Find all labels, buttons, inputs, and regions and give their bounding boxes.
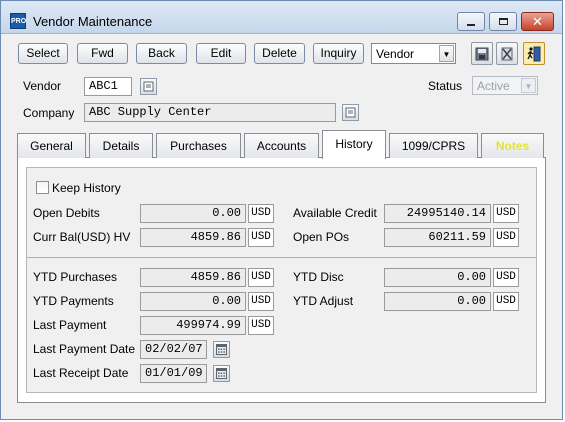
company-field[interactable]: ABC Supply Center [84,103,336,122]
inquiry-button[interactable]: Inquiry [313,43,364,64]
available-credit-field[interactable]: 24995140.14 [384,204,491,223]
ytd-purchases-label: YTD Purchases [33,270,118,284]
ytd-disc-label: YTD Disc [293,270,344,284]
curr-bal-field[interactable]: 4859.86 [140,228,246,247]
last-payment-date-label: Last Payment Date [33,342,136,356]
tab-1099-cprs[interactable]: 1099/CPRS [389,133,478,158]
last-payment-field[interactable]: 499974.99 [140,316,246,335]
fwd-button[interactable]: Fwd [77,43,128,64]
app-icon: PRO [10,13,26,29]
ytd-purchases-field[interactable]: 4859.86 [140,268,246,287]
last-receipt-date-picker[interactable] [213,365,230,382]
vendor-lookup-button[interactable] [140,78,157,95]
last-payment-currency: USD [248,316,274,335]
ytd-payments-label: YTD Payments [33,294,114,308]
mode-select-value: Vendor [376,47,415,61]
save-button[interactable] [471,42,493,65]
maximize-button[interactable] [489,12,517,31]
ytd-disc-field[interactable]: 0.00 [384,268,491,287]
tab-general[interactable]: General [17,133,86,158]
exit-icon [527,46,541,61]
open-pos-currency: USD [493,228,519,247]
ytd-adjust-label: YTD Adjust [293,294,354,308]
status-label: Status [428,79,463,93]
tab-details[interactable]: Details [89,133,153,158]
keep-history-label: Keep History [52,181,121,195]
delete-record-icon [501,47,513,60]
vendor-field[interactable]: ABC1 [84,77,132,96]
calendar-icon [216,344,227,355]
last-receipt-date-field[interactable]: 01/01/09 [140,364,207,383]
company-label: Company [23,106,75,120]
available-credit-label: Available Credit [293,206,377,220]
close-button[interactable]: ✕ [521,12,554,31]
minimize-button[interactable] [457,12,485,31]
ytd-payments-field[interactable]: 0.00 [140,292,246,311]
ytd-adjust-currency: USD [493,292,519,311]
title-bar: PRO Vendor Maintenance ✕ [1,1,562,34]
chevron-down-icon[interactable]: ▼ [439,45,454,62]
open-debits-field[interactable]: 0.00 [140,204,246,223]
company-lookup-button[interactable] [342,104,359,121]
maximize-icon [498,18,508,25]
tab-history[interactable]: History [322,130,386,159]
group-divider [27,257,536,258]
window-title: Vendor Maintenance [33,14,153,29]
delete-button[interactable]: Delete [254,43,305,64]
mode-select[interactable]: Vendor ▼ [371,43,456,64]
status-select: Active ▼ [472,76,538,95]
minimize-icon [467,23,475,26]
lookup-icon [345,107,356,118]
save-icon [475,47,489,60]
last-receipt-date-label: Last Receipt Date [33,366,129,380]
curr-bal-currency: USD [248,228,274,247]
ytd-purchases-currency: USD [248,268,274,287]
lookup-icon [143,81,154,92]
open-debits-label: Open Debits [33,206,100,220]
edit-button[interactable]: Edit [196,43,246,64]
back-button[interactable]: Back [136,43,187,64]
vendor-label: Vendor [23,79,62,93]
vendor-maintenance-window: PRO Vendor Maintenance ✕ Select Fwd Back… [0,0,563,420]
select-button[interactable]: Select [18,43,68,64]
tab-notes[interactable]: Notes [481,133,544,158]
calendar-icon [216,368,227,379]
ytd-adjust-field[interactable]: 0.00 [384,292,491,311]
last-payment-date-field[interactable]: 02/02/07 [140,340,207,359]
tab-accounts[interactable]: Accounts [244,133,319,158]
close-icon: ✕ [532,14,543,29]
open-debits-currency: USD [248,204,274,223]
ytd-payments-currency: USD [248,292,274,311]
open-pos-label: Open POs [293,230,350,244]
last-payment-date-picker[interactable] [213,341,230,358]
chevron-down-icon: ▼ [521,78,536,93]
tab-purchases[interactable]: Purchases [156,133,241,158]
delete-record-button[interactable] [496,42,518,65]
status-value: Active [477,79,510,93]
available-credit-currency: USD [493,204,519,223]
last-payment-label: Last Payment [33,318,107,332]
ytd-disc-currency: USD [493,268,519,287]
open-pos-field[interactable]: 60211.59 [384,228,491,247]
curr-bal-label: Curr Bal(USD) HV [33,230,131,244]
keep-history-checkbox[interactable] [36,181,49,194]
exit-button[interactable] [523,42,545,65]
